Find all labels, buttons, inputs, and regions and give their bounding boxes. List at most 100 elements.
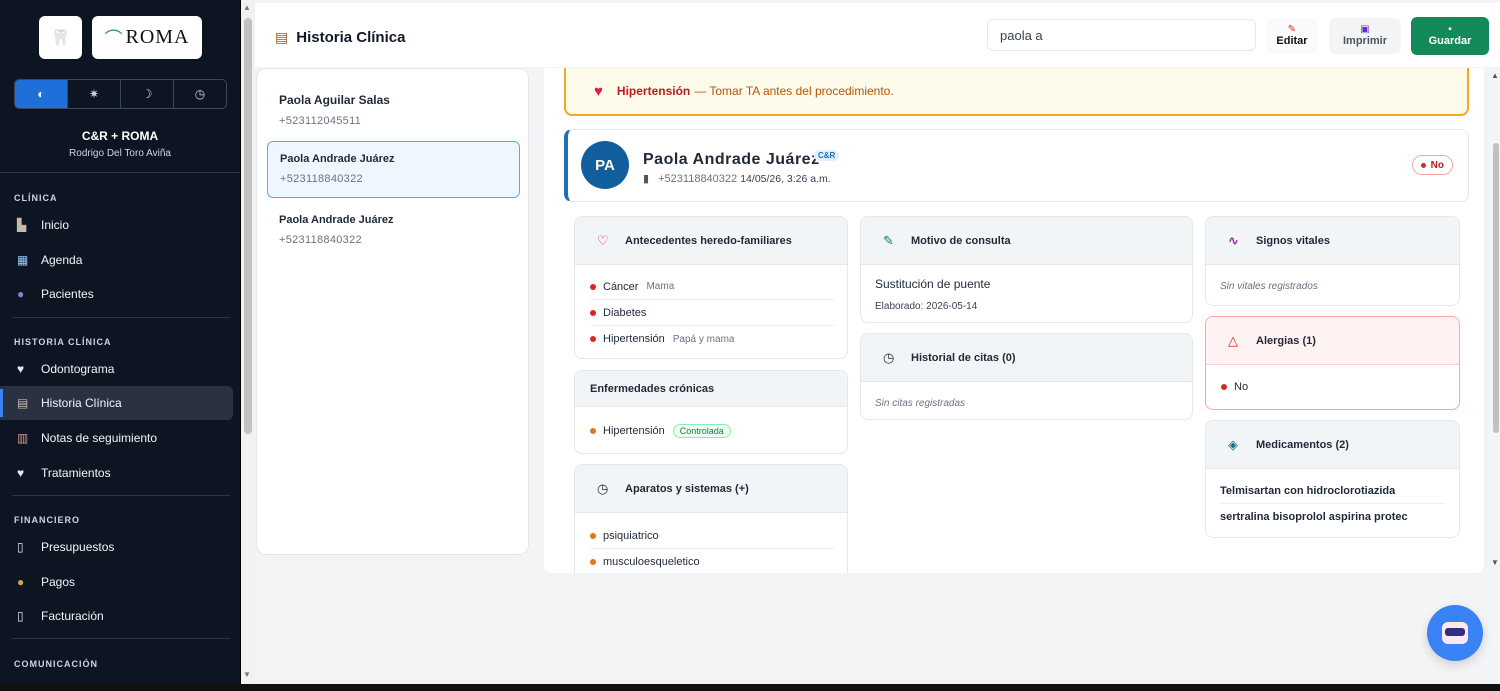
sidebar-item-pacientes[interactable]: ● Pacientes bbox=[0, 277, 233, 311]
patient-list-item-selected[interactable]: Paola Andrade Juárez +523118840322 bbox=[267, 141, 520, 198]
bullet-dot bbox=[590, 283, 596, 290]
page-title-text: Historia Clínica bbox=[296, 29, 406, 46]
patient-meta: ▮ +523118840322 14/05/26, 3:26 a.m. bbox=[643, 172, 831, 185]
alert-condition: Hipertensión bbox=[616, 84, 691, 98]
sidebar-item-notas[interactable]: ▥ Notas de seguimiento bbox=[0, 421, 233, 455]
sidebar-item-tratamientos[interactable]: ♥ Tratamientos bbox=[0, 456, 233, 490]
patient-full-name: Paola Andrade Juárez bbox=[643, 151, 820, 168]
medicamentos-card: ◈ Medicamentos (2) Telmisartan con hidro… bbox=[1205, 420, 1460, 538]
sidebar-item-agenda[interactable]: ▦ Agenda bbox=[0, 243, 233, 277]
list-item: No bbox=[1221, 374, 1447, 400]
theme-dark-button[interactable]: ☽ bbox=[121, 80, 174, 108]
sidebar-item-historia-clinica[interactable]: ▤ Historia Clínica bbox=[0, 386, 233, 420]
sidebar-item-label: Agenda bbox=[41, 253, 83, 267]
user-name: Rodrigo Del Toro Aviña bbox=[69, 148, 171, 159]
card-header: ◈ Medicamentos (2) bbox=[1206, 421, 1459, 469]
roma-logo[interactable]: ⌒ ROMA bbox=[92, 16, 202, 59]
sidebar-item-presupuestos[interactable]: ▯ Presupuestos bbox=[0, 530, 233, 564]
scroll-up-icon[interactable]: ▲ bbox=[243, 3, 251, 12]
main-area: ▤ Historia Clínica paola a ✎ Editar ▣ Im… bbox=[255, 0, 1500, 684]
card-header: △ Alergias (1) bbox=[1206, 317, 1459, 365]
card-header: ∿ Signos vitales bbox=[1206, 217, 1459, 265]
empty-state: Sin vitales registrados bbox=[1220, 281, 1318, 292]
scroll-down-icon[interactable]: ▼ bbox=[243, 670, 251, 679]
save-label: Guardar bbox=[1428, 35, 1472, 47]
card-body: Hipertensión Controlada bbox=[575, 407, 847, 444]
alert-message: — Tomar TA antes del procedimiento. bbox=[694, 84, 894, 98]
scrollbar-thumb[interactable] bbox=[1493, 143, 1499, 433]
record-panel: ♥ Hipertensión — Tomar TA antes del proc… bbox=[544, 68, 1484, 573]
save-button[interactable]: ▪ Guardar bbox=[1411, 17, 1489, 55]
clock-icon: ◷ bbox=[597, 480, 609, 496]
list-item: Cáncer Mama bbox=[590, 274, 835, 300]
patient-list-item[interactable]: Paola Andrade Juárez +523118840322 bbox=[267, 203, 520, 260]
vitales-card: ∿ Signos vitales Sin vitales registrados bbox=[1205, 216, 1460, 306]
bullet-dot bbox=[590, 336, 596, 342]
sidebar-item-inicio[interactable]: ▙ Inicio bbox=[0, 208, 233, 242]
sidebar: 🦷 ⌒ ROMA ◐ ✷ ☽ ◷ C&R + ROMA Rodrigo Del … bbox=[0, 0, 240, 684]
bullet-dot bbox=[590, 532, 596, 539]
document-icon: ▯ bbox=[17, 540, 24, 554]
scroll-up-icon[interactable]: ▲ bbox=[1491, 71, 1499, 80]
scrollbar-thumb[interactable] bbox=[244, 18, 252, 434]
cronicas-card: Enfermedades crónicas Hipertensión Contr… bbox=[574, 370, 848, 454]
sidebar-item-facturacion[interactable]: ▯ Facturación bbox=[0, 599, 233, 633]
theme-auto-button[interactable]: ◷ bbox=[174, 80, 226, 108]
clock-icon: ◷ bbox=[194, 87, 206, 101]
record-scrollbar[interactable]: ▲ ▼ bbox=[1491, 68, 1500, 573]
patient-date: 14/05/26, 3:26 a.m. bbox=[740, 173, 831, 185]
avatar: PA bbox=[581, 141, 629, 189]
heart-outline-icon: ♡ bbox=[597, 232, 609, 248]
sidebar-item-label: Inicio bbox=[41, 218, 70, 232]
bullet-dot bbox=[590, 559, 596, 565]
scroll-down-icon[interactable]: ▼ bbox=[1491, 558, 1499, 567]
clinic-logo-small[interactable]: 🦷 bbox=[39, 16, 82, 59]
sidebar-item-odontograma[interactable]: ♥ Odontograma bbox=[0, 352, 233, 386]
clinic-name: C&R + ROMA bbox=[81, 129, 159, 143]
roma-logo-text: ROMA bbox=[125, 26, 190, 48]
patient-phone: +523118840322 bbox=[279, 234, 362, 246]
edit-button[interactable]: ✎ Editar bbox=[1267, 18, 1317, 54]
logo-group: 🦷 ⌒ ROMA bbox=[39, 16, 202, 59]
contrast-icon: ◐ bbox=[37, 87, 45, 101]
card-header: ✎ Motivo de consulta bbox=[861, 217, 1192, 265]
pulse-icon: ∿ bbox=[1228, 232, 1239, 248]
print-label: Imprimir bbox=[1342, 35, 1387, 47]
patient-name: Paola Andrade Juárez bbox=[279, 214, 394, 226]
edit-label: Editar bbox=[1276, 35, 1308, 47]
theme-light-button[interactable]: ✷ bbox=[68, 80, 121, 108]
item-name: musculoesqueletico bbox=[603, 556, 700, 568]
patient-list-item[interactable]: Paola Aguilar Salas +523112045511 bbox=[267, 82, 520, 139]
item-detail: Mama bbox=[646, 281, 675, 292]
card-body: Telmisartan con hidroclorotiazida sertra… bbox=[1206, 469, 1459, 530]
card-body: psiquiatrico musculoesqueletico bbox=[575, 513, 847, 573]
assistant-bot-button[interactable] bbox=[1427, 605, 1483, 661]
clipboard-icon: ▤ bbox=[275, 29, 289, 45]
money-bag-icon: ● bbox=[17, 575, 25, 589]
status-text: No bbox=[1430, 159, 1444, 171]
roma-tooth-icon: ⌒ bbox=[104, 28, 124, 49]
sidebar-item-pagos[interactable]: ● Pagos bbox=[0, 565, 233, 599]
tooth-icon: ♥ bbox=[17, 362, 25, 376]
theme-toggle: ◐ ✷ ☽ ◷ bbox=[14, 79, 227, 109]
invoice-icon: ▯ bbox=[17, 609, 24, 623]
status-dot bbox=[1420, 162, 1426, 168]
motivo-date: Elaborado: 2026-05-14 bbox=[875, 301, 978, 312]
list-item: psiquiatrico bbox=[590, 523, 835, 549]
page-title: ▤ Historia Clínica bbox=[275, 29, 405, 46]
citas-card: ◷ Historial de citas (0) Sin citas regis… bbox=[860, 333, 1193, 420]
print-button[interactable]: ▣ Imprimir bbox=[1329, 18, 1401, 54]
item-name: Diabetes bbox=[603, 306, 647, 319]
bullet-dot bbox=[1221, 384, 1227, 390]
item-name: psiquiatrico bbox=[603, 529, 659, 542]
search-input[interactable]: paola a bbox=[987, 19, 1256, 51]
sidebar-scrollbar[interactable]: ▲ ▼ bbox=[241, 0, 255, 684]
aparatos-card: ◷ Aparatos y sistemas (+) psiquiatrico m… bbox=[574, 464, 848, 573]
section-financiero: FINANCIERO bbox=[14, 515, 80, 525]
sidebar-item-label: Odontograma bbox=[41, 362, 115, 376]
calendar-icon: ▦ bbox=[17, 253, 29, 267]
notes-icon: ▥ bbox=[17, 431, 29, 445]
card-header: Enfermedades crónicas bbox=[575, 371, 847, 407]
users-icon: ● bbox=[17, 287, 25, 301]
theme-contrast-button[interactable]: ◐ bbox=[15, 80, 68, 108]
